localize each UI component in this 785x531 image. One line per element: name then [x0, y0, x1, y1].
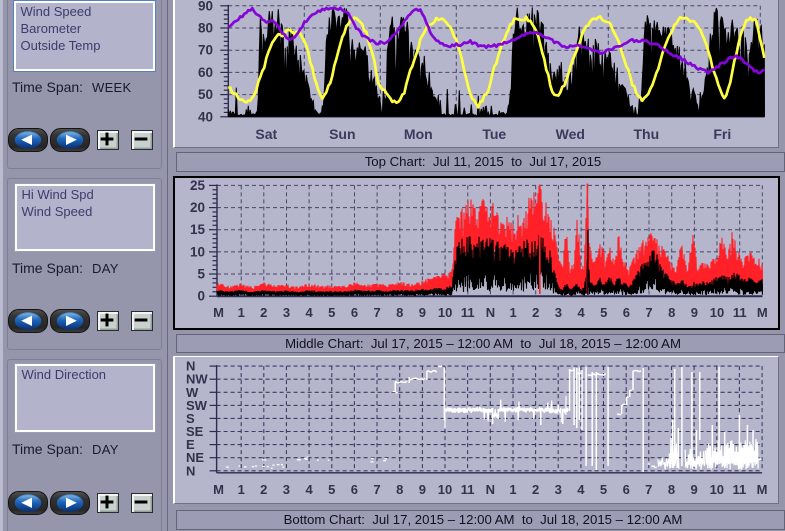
- svg-text:6: 6: [623, 482, 630, 497]
- svg-text:4: 4: [577, 482, 585, 497]
- svg-text:11: 11: [733, 482, 747, 497]
- svg-text:M: M: [213, 482, 224, 497]
- svg-text:9: 9: [419, 482, 426, 497]
- svg-text:5: 5: [328, 482, 335, 497]
- svg-text:3: 3: [283, 482, 290, 497]
- svg-text:N: N: [486, 482, 495, 497]
- svg-text:11: 11: [461, 482, 475, 497]
- svg-text:4: 4: [305, 482, 313, 497]
- svg-text:3: 3: [555, 482, 562, 497]
- svg-text:8: 8: [396, 482, 403, 497]
- svg-text:1: 1: [509, 482, 516, 497]
- svg-text:M: M: [757, 482, 768, 497]
- svg-text:6: 6: [351, 482, 358, 497]
- svg-text:2: 2: [260, 482, 267, 497]
- svg-text:N: N: [186, 463, 195, 478]
- svg-text:10: 10: [710, 482, 724, 497]
- svg-text:10: 10: [438, 482, 452, 497]
- svg-text:8: 8: [668, 482, 675, 497]
- svg-text:5: 5: [600, 482, 607, 497]
- svg-text:7: 7: [373, 482, 380, 497]
- svg-text:2: 2: [532, 482, 539, 497]
- svg-text:9: 9: [690, 482, 697, 497]
- svg-text:7: 7: [645, 482, 652, 497]
- svg-text:1: 1: [238, 482, 245, 497]
